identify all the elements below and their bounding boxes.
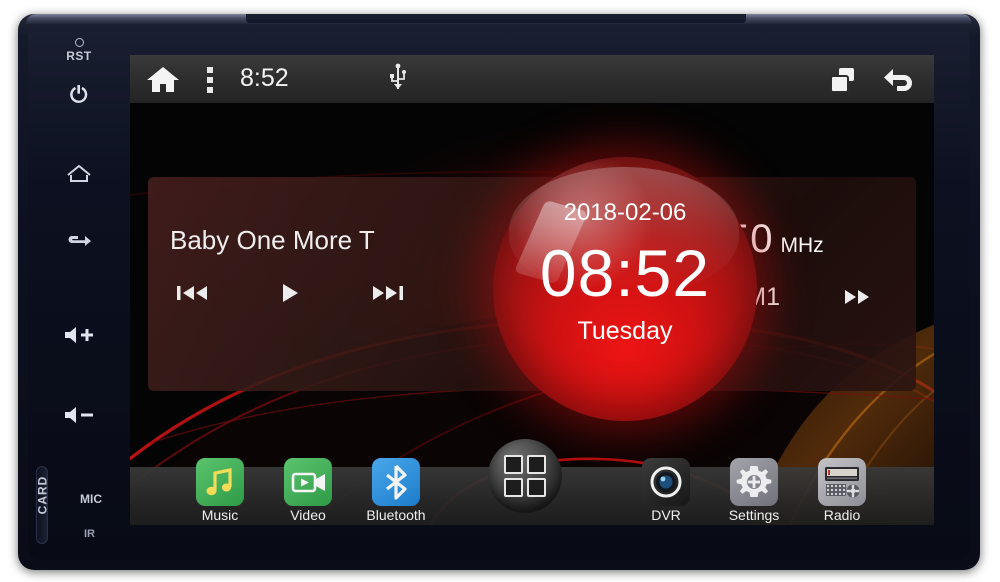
clock-time: 08:52	[539, 236, 711, 310]
radio-icon	[818, 458, 866, 506]
kebab-dot	[207, 67, 213, 73]
dock-label-music: Music	[201, 507, 239, 523]
sd-card-slot[interactable]: CARD	[35, 466, 56, 544]
hardware-button-bezel: RST ⏻	[40, 36, 118, 528]
dock-label-dvr: DVR	[651, 507, 681, 523]
play-icon[interactable]	[267, 277, 313, 309]
reset-pinhole-icon	[74, 38, 84, 47]
power-button[interactable]: ⏻	[40, 84, 118, 106]
clock-day: Tuesday	[577, 317, 673, 345]
card-slot-label: CARD	[35, 475, 50, 515]
radio-frequency-unit: MHz	[780, 234, 824, 257]
clock-widget[interactable]: 2018-02-06 08:52 Tuesday	[493, 157, 757, 421]
status-bar-time: 8:52	[240, 64, 289, 92]
touchscreen[interactable]: 8:52 Baby One More T MHz 2018-02-06 08:5…	[130, 55, 934, 525]
bluetooth-icon	[372, 458, 420, 506]
reset-button[interactable]: RST	[40, 38, 118, 63]
device-top-notch	[246, 14, 746, 23]
seek-up-icon[interactable]	[834, 281, 880, 313]
dock-item-music[interactable]: Music	[174, 458, 266, 523]
music-note-icon	[196, 458, 244, 506]
usb-icon	[388, 63, 408, 93]
dock-label-video: Video	[290, 507, 326, 523]
recent-apps-icon[interactable]	[828, 66, 860, 94]
media-transport-controls	[170, 277, 410, 309]
kebab-dot	[207, 87, 213, 93]
status-bar: 8:52	[130, 55, 934, 103]
grid-cell	[527, 478, 546, 497]
camera-lens-icon	[642, 458, 690, 506]
skip-next-icon[interactable]	[364, 277, 410, 309]
dock-label-settings: Settings	[728, 507, 780, 523]
grid-cell	[504, 478, 523, 497]
dock-item-bluetooth[interactable]: Bluetooth	[350, 458, 442, 523]
grid-cell	[527, 455, 546, 474]
return-arrow-icon	[40, 232, 118, 250]
dock-item-settings[interactable]: Settings	[708, 458, 800, 523]
kebab-menu-icon[interactable]	[204, 67, 216, 93]
clock-date: 2018-02-06	[563, 199, 687, 226]
volume-up-icon	[40, 324, 118, 346]
dock-item-dvr[interactable]: DVR	[620, 458, 712, 523]
volume-up-button[interactable]	[40, 324, 118, 346]
gear-icon	[730, 458, 778, 506]
media-track-title: Baby One More T	[170, 225, 375, 255]
volume-down-button[interactable]	[40, 404, 118, 426]
home-hardware-button[interactable]	[40, 163, 118, 183]
dock-label-bluetooth: Bluetooth	[366, 507, 426, 523]
app-grid-cells	[504, 455, 546, 497]
grid-cell	[504, 455, 523, 474]
video-camera-icon	[284, 458, 332, 506]
skip-previous-icon[interactable]	[170, 277, 216, 309]
home-icon[interactable]	[146, 64, 180, 94]
kebab-dot	[207, 77, 213, 83]
ir-label: IR	[84, 528, 95, 540]
home-outline-icon	[40, 163, 118, 183]
volume-down-icon	[40, 404, 118, 426]
power-icon: ⏻	[70, 82, 88, 107]
mode-return-button[interactable]	[40, 232, 118, 250]
dock-label-radio: Radio	[823, 507, 861, 523]
back-icon[interactable]	[882, 65, 918, 95]
dock-item-radio[interactable]: Radio	[796, 458, 888, 523]
reset-label: RST	[66, 49, 92, 63]
app-grid-icon[interactable]	[488, 439, 562, 513]
dock-item-video[interactable]: Video	[262, 458, 354, 523]
head-unit-device: RST ⏻ CARD MIC IR 8:52 Baby One More T M…	[18, 14, 980, 570]
mic-label: MIC	[80, 492, 102, 506]
